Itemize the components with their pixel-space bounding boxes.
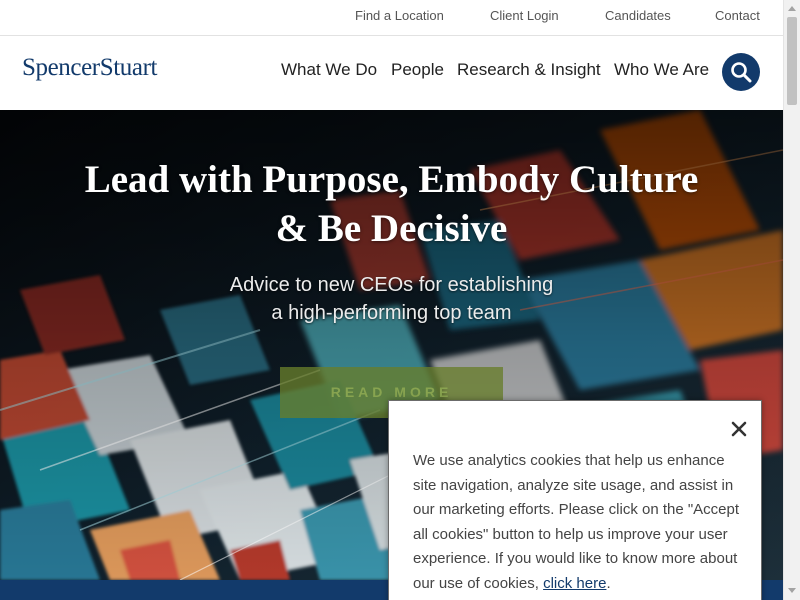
nav-research-insight[interactable]: Research & Insight: [457, 60, 601, 80]
hero-subtitle: Advice to new CEOs for establishing a hi…: [190, 271, 593, 327]
nav-what-we-do[interactable]: What We Do: [281, 60, 377, 80]
cookie-message-text: We use analytics cookies that help us en…: [413, 452, 740, 592]
hero-title: Lead with Purpose, Embody Culture & Be D…: [0, 155, 783, 253]
contact-link[interactable]: Contact: [715, 8, 760, 23]
hero-subtitle-line-2: a high-performing top team: [271, 302, 512, 324]
utility-bar: Find a Location Client Login Candidates …: [0, 0, 783, 36]
client-login-link[interactable]: Client Login: [490, 8, 559, 23]
scroll-down-arrow-icon[interactable]: [788, 588, 796, 593]
logo[interactable]: SpencerStuart: [22, 54, 157, 82]
nav-who-we-are[interactable]: Who We Are: [614, 60, 709, 80]
hero-title-line-2: & Be Decisive: [275, 207, 508, 250]
main-header: SpencerStuart What We Do People Research…: [0, 36, 783, 110]
scroll-up-arrow-icon[interactable]: [788, 6, 796, 11]
nav-people[interactable]: People: [391, 60, 444, 80]
find-a-location-link[interactable]: Find a Location: [355, 8, 444, 23]
candidates-link[interactable]: Candidates: [605, 8, 671, 23]
scroll-thumb[interactable]: [787, 17, 797, 105]
cookie-message: We use analytics cookies that help us en…: [413, 449, 745, 596]
cookie-consent-dialog: We use analytics cookies that help us en…: [388, 400, 762, 600]
page-scrollbar[interactable]: [783, 0, 800, 600]
close-icon: [731, 421, 747, 437]
page: Find a Location Client Login Candidates …: [0, 0, 800, 600]
cookie-message-end: .: [606, 574, 611, 592]
search-icon: [731, 62, 752, 83]
hero-subtitle-line-1: Advice to new CEOs for establishing: [229, 274, 554, 296]
hero-title-line-1: Lead with Purpose, Embody Culture: [84, 158, 699, 201]
cookie-policy-link[interactable]: click here: [543, 575, 606, 592]
cookie-close-button[interactable]: [729, 419, 749, 439]
search-button[interactable]: [722, 53, 760, 91]
